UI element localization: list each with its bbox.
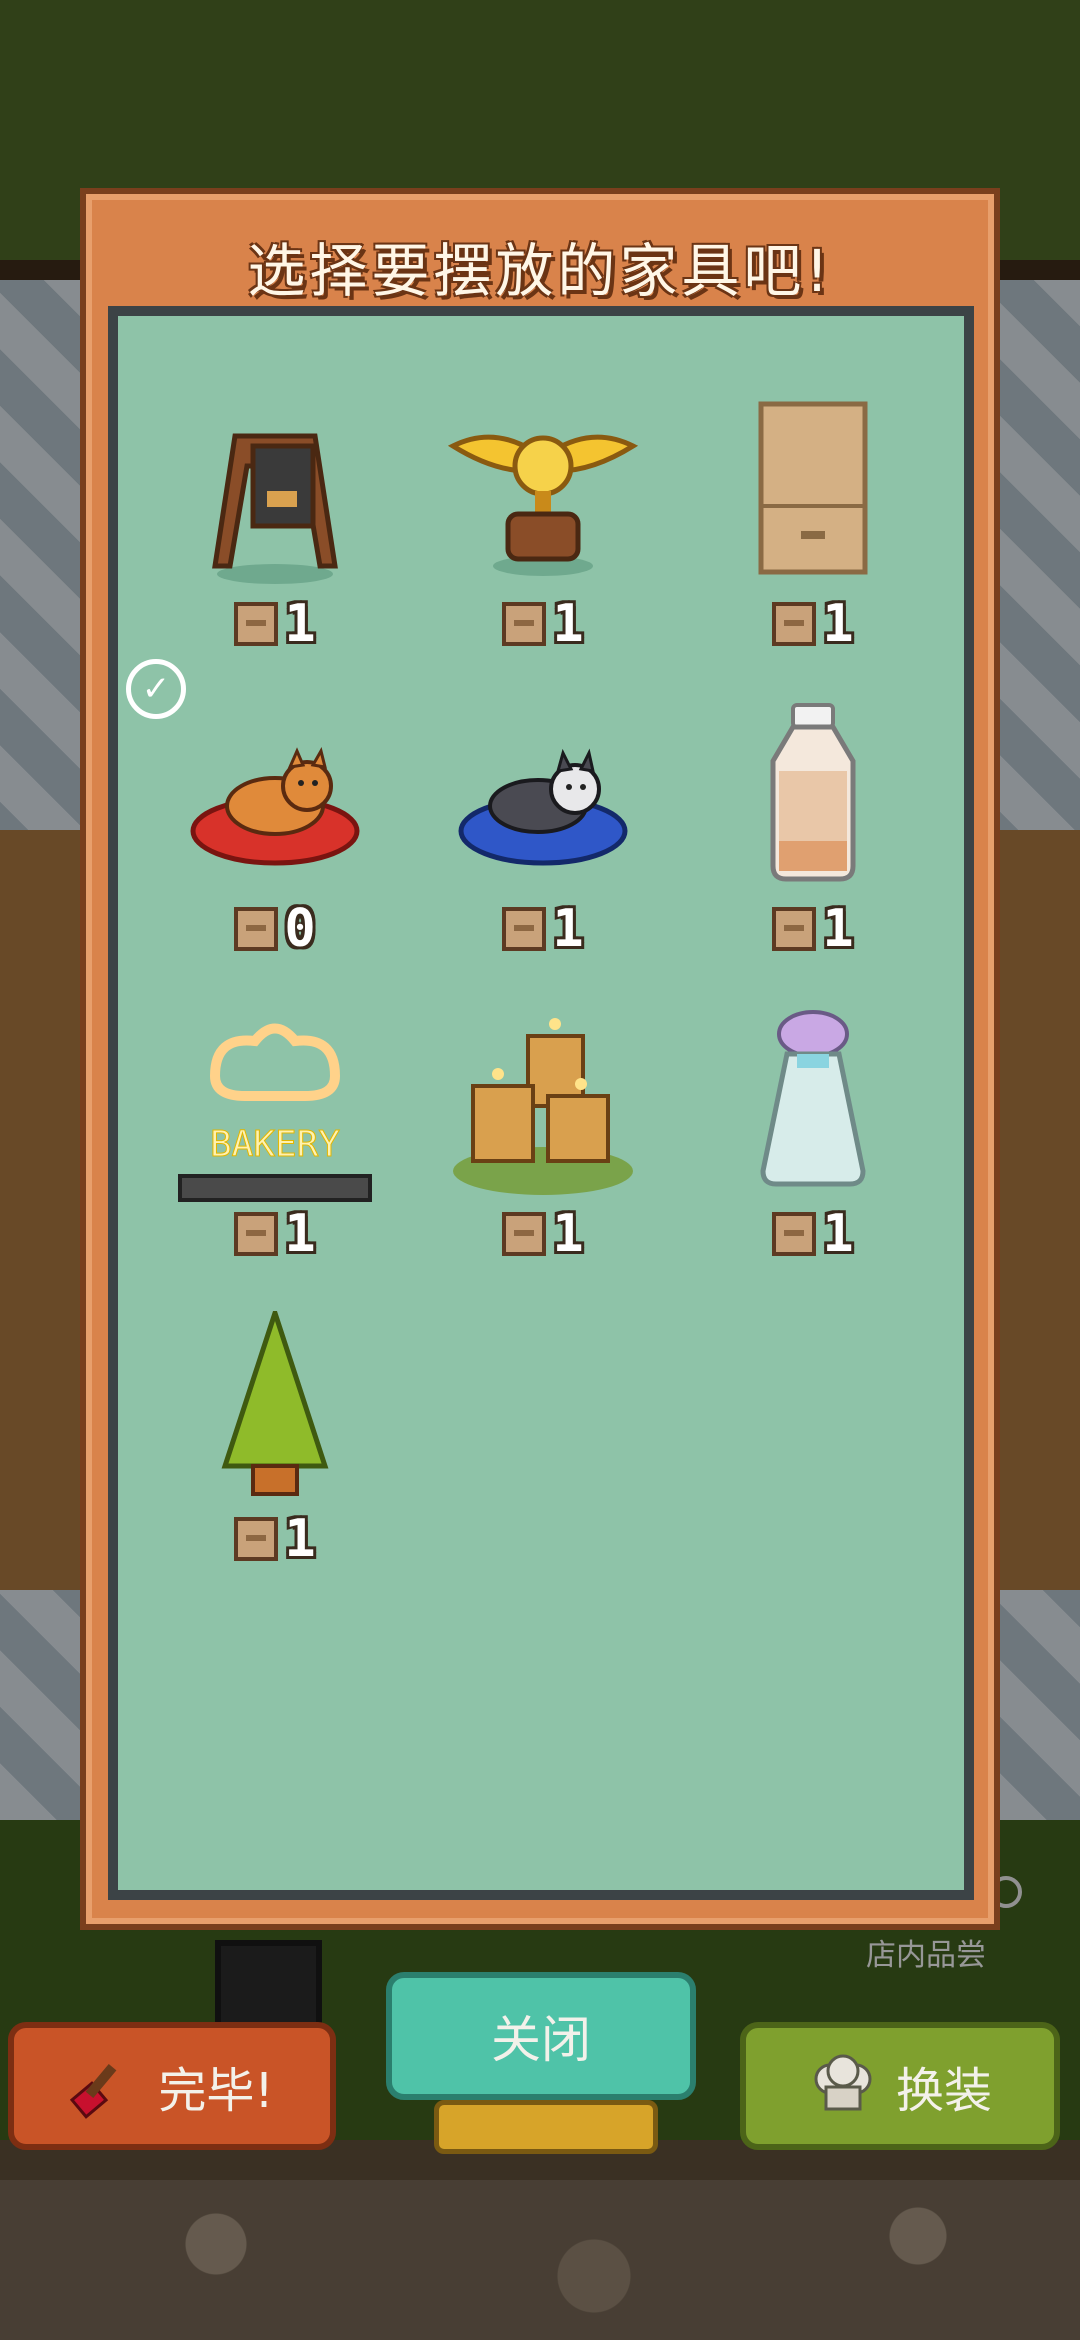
chef-hat-icon — [814, 2054, 872, 2111]
furniture-item-bakery-sign[interactable]: BAKERY 1 — [140, 1006, 410, 1306]
furniture-select-modal: 选择要摆放的家具吧! 1 1 1 ✓ 0 1 1 BAKERY 1 1 1 1 — [80, 188, 1000, 1930]
done-label: 完毕! — [158, 2063, 274, 2119]
furniture-item-husky-bed[interactable]: 1 — [408, 701, 678, 1001]
modal-title: 选择要摆放的家具吧! — [247, 237, 833, 305]
furniture-grid: 1 1 1 ✓ 0 1 1 BAKERY 1 1 1 1 — [108, 306, 974, 1900]
trophy-icon — [447, 434, 639, 576]
furniture-item-candle-stumps[interactable]: 1 — [408, 1006, 678, 1306]
item-count: 0 — [140, 899, 410, 959]
furniture-item-pine-tree[interactable]: 1 — [140, 1311, 410, 1611]
done-button[interactable]: 完毕! — [8, 2022, 336, 2150]
box-icon — [772, 602, 817, 646]
close-button[interactable]: 关闭 — [386, 1972, 696, 2100]
furniture-item-shiba-bed[interactable]: ✓ 0 — [126, 659, 410, 1001]
candle-stumps-icon — [453, 1018, 633, 1195]
item-count: 1 — [140, 594, 410, 654]
box-icon — [502, 1212, 547, 1256]
milk-bottle-icon — [770, 703, 856, 882]
cardboard-box-icon — [758, 401, 868, 575]
box-icon — [234, 1212, 279, 1256]
box-icon — [234, 1517, 279, 1561]
furniture-item-box-shelf[interactable]: 1 — [678, 396, 948, 696]
signboard-icon — [212, 433, 338, 584]
furniture-item-salt-shaker[interactable]: 1 — [678, 1006, 948, 1306]
furniture-item-milk-bottle[interactable]: 1 — [678, 701, 948, 1001]
pine-tree-icon — [221, 1311, 329, 1496]
husky-bed-icon — [458, 748, 628, 866]
close-button-base — [434, 2100, 658, 2154]
item-count: 1 — [408, 594, 678, 654]
bakery-sign-text: BAKERY — [210, 1124, 340, 1165]
paintbrush-icon — [70, 2063, 117, 2119]
item-count: 1 — [678, 899, 948, 959]
furniture-item-signboard[interactable]: 1 — [140, 396, 410, 696]
shiba-bed-icon — [190, 747, 360, 866]
item-count: 1 — [678, 594, 948, 654]
box-icon — [772, 1212, 817, 1256]
item-count: 1 — [408, 899, 678, 959]
box-icon — [502, 907, 547, 951]
item-count: 1 — [140, 1204, 410, 1264]
dress-up-button[interactable]: 换装 — [740, 2022, 1060, 2150]
box-icon — [502, 602, 547, 646]
bakery-neon-icon: BAKERY — [178, 1023, 372, 1202]
box-icon — [234, 907, 279, 951]
box-icon — [772, 907, 817, 951]
dress-label: 换装 — [895, 2063, 992, 2119]
box-icon — [234, 602, 279, 646]
close-label: 关闭 — [491, 2011, 591, 2069]
item-count: 1 — [408, 1204, 678, 1264]
item-count: 1 — [678, 1204, 948, 1264]
salt-shaker-icon — [760, 1010, 866, 1187]
item-count: 1 — [140, 1509, 410, 1569]
furniture-item-trophy[interactable]: 1 — [408, 396, 678, 696]
